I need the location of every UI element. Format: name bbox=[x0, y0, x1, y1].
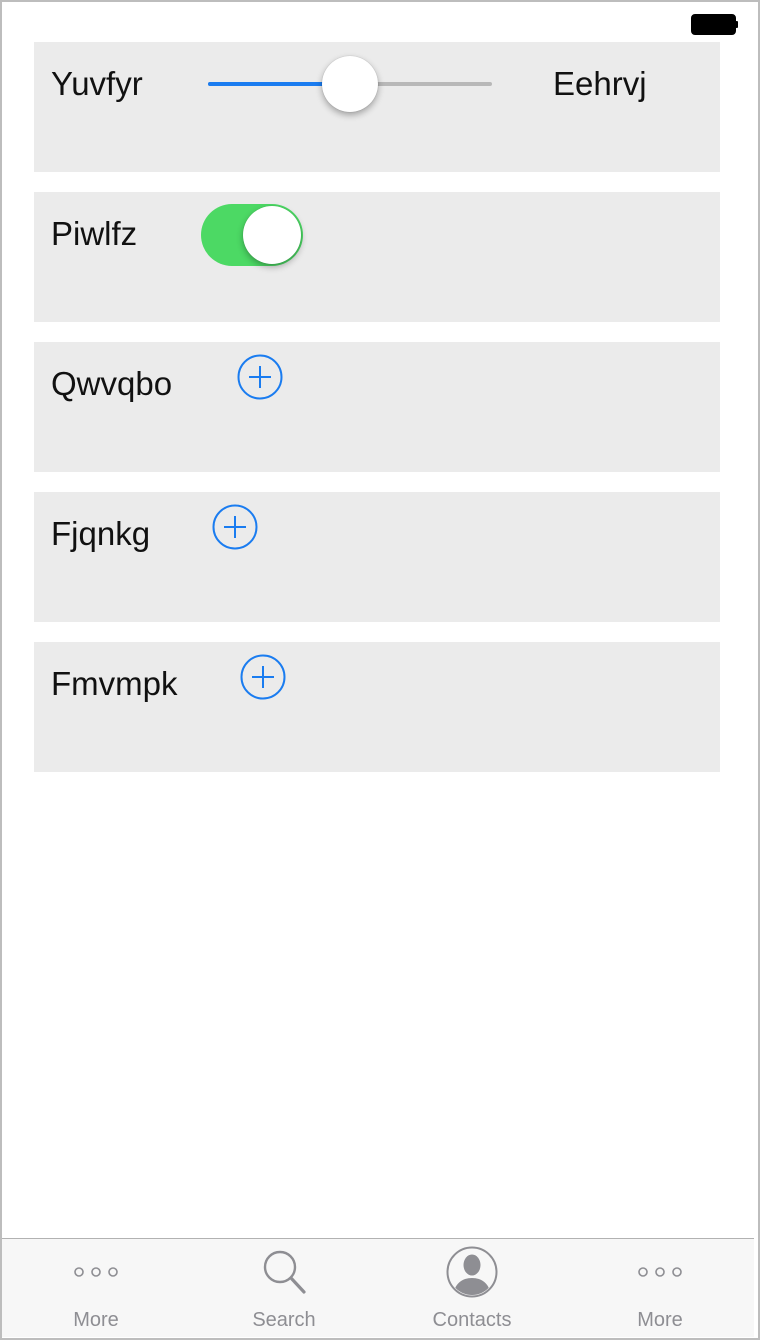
add-row-label: Fmvmpk bbox=[51, 665, 178, 702]
toggle-label: Piwlfz bbox=[51, 215, 138, 252]
slider-left-label: Yuvfyr bbox=[51, 65, 143, 102]
tab-label: More bbox=[73, 1309, 119, 1331]
tab-label: More bbox=[637, 1309, 683, 1331]
app-frame: Yuvfyr Eehrvj Piwlfz Qwvqbo Fjqnkg Fmvmp… bbox=[0, 0, 760, 1340]
toggle-switch[interactable] bbox=[201, 204, 303, 266]
add-circle-icon[interactable] bbox=[212, 504, 258, 550]
battery-full-icon bbox=[691, 14, 738, 35]
add-row: Fjqnkg bbox=[34, 492, 720, 622]
tab-bar: More Search Contacts More bbox=[2, 1238, 754, 1337]
add-circle-icon[interactable] bbox=[237, 354, 283, 400]
more-dots-icon bbox=[638, 1267, 682, 1277]
add-row: Fmvmpk bbox=[34, 642, 720, 772]
search-icon bbox=[263, 1250, 306, 1294]
tab-more-left[interactable]: More bbox=[2, 1239, 190, 1337]
tab-label: Contacts bbox=[432, 1309, 512, 1331]
add-row-label: Qwvqbo bbox=[51, 365, 173, 402]
value-slider[interactable] bbox=[208, 56, 492, 112]
toggle-row: Piwlfz bbox=[34, 192, 720, 322]
tab-more-right[interactable]: More bbox=[566, 1239, 754, 1337]
add-circle-icon[interactable] bbox=[240, 654, 286, 700]
more-dots-icon bbox=[74, 1267, 118, 1277]
slider-right-label: Eehrvj bbox=[553, 65, 647, 102]
slider-thumb[interactable] bbox=[322, 56, 378, 112]
add-row: Qwvqbo bbox=[34, 342, 720, 472]
add-row-label: Fjqnkg bbox=[51, 515, 151, 552]
slider-row: Yuvfyr Eehrvj bbox=[34, 42, 720, 172]
contacts-person-icon bbox=[446, 1246, 498, 1298]
tab-search[interactable]: Search bbox=[190, 1239, 378, 1337]
tab-label: Search bbox=[252, 1309, 316, 1331]
tab-contacts[interactable]: Contacts bbox=[378, 1239, 566, 1337]
toggle-knob bbox=[243, 206, 301, 264]
